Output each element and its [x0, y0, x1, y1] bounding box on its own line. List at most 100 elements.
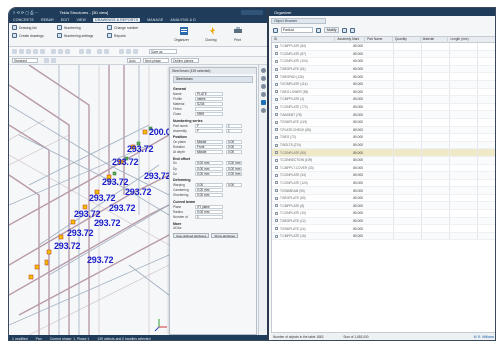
modify-button[interactable]: Modify — [324, 27, 340, 33]
tab-concrete[interactable]: CONCRETE — [13, 18, 34, 22]
table-row[interactable]: T.PLATE.CHECK (65) 80.000 — [272, 126, 495, 135]
view-combo[interactable]: Standard — [12, 58, 38, 63]
plane-combo[interactable]: Outline planes — [171, 58, 199, 63]
search-box[interactable] — [241, 9, 263, 15]
organizer-tab-icon[interactable] — [260, 100, 266, 105]
expand-icon[interactable] — [275, 189, 278, 193]
expand-icon[interactable] — [275, 120, 278, 124]
table-row[interactable]: T.BEG.LOWER (55) 80.000 — [272, 88, 495, 97]
table-row[interactable]: T.BEGPAD (126) 80.000 — [272, 73, 495, 81]
table-row[interactable]: T.ENDBEAM (93) 80.000 — [272, 187, 495, 195]
expand-icon[interactable] — [275, 97, 278, 101]
table-row[interactable]: T.CONPLATE (124) 80.000 — [272, 179, 495, 188]
type-select[interactable]: Steel beam — [173, 76, 253, 83]
expand-icon[interactable] — [275, 105, 278, 109]
expand-icon[interactable] — [275, 113, 278, 117]
expand-icon[interactable] — [275, 234, 278, 238]
tab-manage[interactable]: MANAGE — [147, 18, 163, 22]
column-header[interactable]: Quantity — [393, 37, 421, 43]
table-row[interactable]: T.CONPLATE (772) 80.000 — [272, 103, 495, 112]
table-row[interactable]: T.CONNECTION (109) 80.000 — [272, 156, 495, 165]
tab-view[interactable]: VIEW — [76, 18, 86, 22]
material-field[interactable]: S235 — [195, 101, 223, 106]
redo-icon[interactable] — [40, 49, 45, 54]
layers-icon[interactable] — [133, 49, 138, 54]
expand-icon[interactable] — [275, 219, 278, 223]
expand-icon[interactable] — [275, 211, 278, 215]
tab-edit[interactable]: EDIT — [61, 18, 70, 22]
expand-icon[interactable] — [275, 181, 278, 185]
table-row[interactable]: T.BASEBT (78) 80.000 — [272, 111, 495, 119]
expand-icon[interactable] — [275, 166, 278, 170]
views-tab-icon[interactable] — [260, 84, 266, 89]
cloning-icon[interactable] — [207, 26, 217, 36]
name-field[interactable]: PLATE — [195, 91, 223, 96]
filter-select-icon[interactable] — [51, 58, 56, 63]
measure-icon[interactable] — [65, 49, 70, 54]
part-start-field[interactable]: 1 — [226, 123, 242, 128]
show-attributes-button[interactable]: Show attributes — [211, 232, 239, 238]
rotation-field[interactable]: Front — [195, 145, 223, 150]
save-as-combo[interactable]: Save as — [149, 49, 177, 54]
class-field[interactable]: 9999 — [195, 112, 223, 117]
expand-icon[interactable] — [275, 82, 278, 86]
expand-icon[interactable] — [275, 151, 278, 155]
table-row[interactable]: T.CONPLATE (55) 80.000 — [272, 149, 495, 157]
expand-icon[interactable] — [275, 227, 278, 231]
quick-access-toolbar[interactable]: ≡ ⟲ ⟳ ▢ ⎙ ⋯ — [13, 10, 39, 15]
print-icon[interactable] — [233, 26, 243, 36]
part-prefix-field[interactable]: F — [195, 123, 223, 128]
table-row[interactable]: T.CONPLATE (34) 80.000 — [272, 172, 495, 180]
tab-object-browser[interactable]: Object Browser — [271, 18, 326, 24]
tab-rebar[interactable]: REBAR — [41, 18, 54, 22]
rotate-icon[interactable] — [104, 49, 109, 54]
expand-icon[interactable] — [275, 44, 278, 48]
table-row[interactable]: T.BEGPLATE (12) 80.000 — [272, 217, 495, 226]
clip-planes-tab-icon[interactable] — [260, 92, 266, 97]
expand-icon[interactable] — [275, 59, 278, 63]
ribbon-change-number[interactable]: Change number — [107, 25, 138, 30]
assembly-prefix-field[interactable]: F — [195, 128, 223, 133]
plane-icon[interactable] — [86, 49, 91, 54]
ribbon-drawing-list[interactable]: Drawing list — [12, 25, 37, 30]
column-header[interactable]: ID — [272, 37, 336, 43]
table-row[interactable]: T.BOLTS (274) 80.000 — [272, 141, 495, 150]
user-defined-attributes-button[interactable]: User-defined attributes — [173, 232, 210, 238]
table-row[interactable]: T.ENDPLATE (119) 80.000 — [272, 118, 495, 127]
export-icon[interactable] — [350, 27, 356, 33]
ribbon-numbering[interactable]: Numbering — [57, 25, 81, 30]
expand-icon[interactable] — [275, 75, 278, 79]
table-row[interactable]: T.BEGPLATE (51) 60.000 — [272, 65, 495, 74]
expand-icon[interactable] — [275, 128, 278, 132]
assembly-start-field[interactable]: 1 — [226, 128, 242, 133]
expand-icon[interactable] — [275, 196, 278, 200]
expand-icon[interactable] — [275, 158, 278, 162]
expand-icon[interactable] — [275, 135, 278, 139]
table-row[interactable]: T.ECMPLATE (114) 80.000 — [272, 80, 495, 89]
snap-icon[interactable] — [58, 49, 63, 54]
zoom-icon[interactable] — [97, 49, 102, 54]
ribbon-create-drawings[interactable]: Create drawings — [12, 33, 44, 38]
table-row[interactable]: T.CMPPLATE (84) 80.000 — [272, 43, 495, 51]
table-row[interactable]: T.BEGPLATE (50) 80.000 — [272, 194, 495, 203]
table-row[interactable]: T.CMPPLATE (4) 80.000 — [272, 96, 495, 104]
column-header[interactable]: Length (mm) — [448, 37, 495, 43]
table-row[interactable]: T.BEG (73) 80.000 — [272, 134, 495, 142]
clip-icon[interactable] — [119, 49, 124, 54]
save-icon[interactable] — [26, 49, 31, 54]
add-property-icon[interactable] — [316, 27, 321, 33]
organizer-icon[interactable] — [179, 26, 189, 36]
properties-tab-icon[interactable] — [260, 68, 266, 73]
category-combo[interactable]: PartList — [281, 27, 313, 33]
expand-icon[interactable] — [275, 90, 278, 94]
at-depth-field[interactable]: Middle — [195, 150, 223, 155]
catalog-tab-icon[interactable] — [260, 76, 266, 81]
footer-link[interactable]: W. B. Williams — [474, 335, 494, 339]
expand-icon[interactable] — [275, 204, 278, 208]
new-phase-combo[interactable]: New phase — [143, 58, 169, 63]
quick-launch-tab-icon[interactable] — [260, 108, 266, 113]
column-header[interactable]: Assembly Mark — [335, 37, 366, 43]
table-row[interactable]: T.CMPPLATE (8) 80.000 — [272, 202, 495, 211]
table-row[interactable]: T.CONPLATE (87) 80.000 — [272, 50, 495, 59]
expand-icon[interactable] — [275, 143, 278, 147]
